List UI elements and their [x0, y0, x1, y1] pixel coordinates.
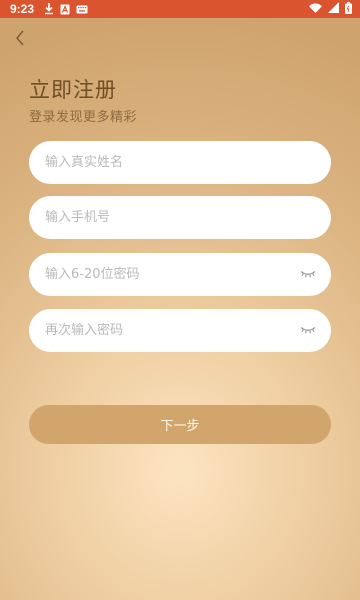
- page-subtitle: 登录发现更多精彩: [29, 110, 138, 125]
- back-button[interactable]: [10, 28, 30, 48]
- keyboard-icon: [76, 3, 88, 15]
- chevron-left-icon: [16, 30, 24, 46]
- battery-icon: [345, 1, 352, 17]
- name-input[interactable]: [45, 147, 275, 178]
- phone-field-wrapper: [29, 196, 331, 239]
- eye-closed-icon: [300, 327, 316, 334]
- name-field-wrapper: [29, 141, 331, 184]
- status-bar: 9:23: [0, 0, 360, 18]
- wifi-icon: [309, 2, 322, 16]
- confirm-visibility-toggle[interactable]: [299, 324, 317, 336]
- signal-icon: [328, 2, 339, 16]
- confirm-password-input[interactable]: [45, 315, 275, 346]
- status-time: 9:23: [10, 2, 35, 16]
- password-input[interactable]: [45, 259, 275, 290]
- page-title: 立即注册: [29, 78, 117, 102]
- app-a-icon: [60, 3, 70, 15]
- password-field-wrapper: [29, 253, 331, 296]
- phone-input[interactable]: [45, 202, 275, 233]
- eye-closed-icon: [300, 271, 316, 278]
- password-visibility-toggle[interactable]: [299, 268, 317, 280]
- confirm-password-field-wrapper: [29, 309, 331, 352]
- next-step-button[interactable]: 下一步: [29, 405, 331, 444]
- download-icon: [44, 3, 54, 15]
